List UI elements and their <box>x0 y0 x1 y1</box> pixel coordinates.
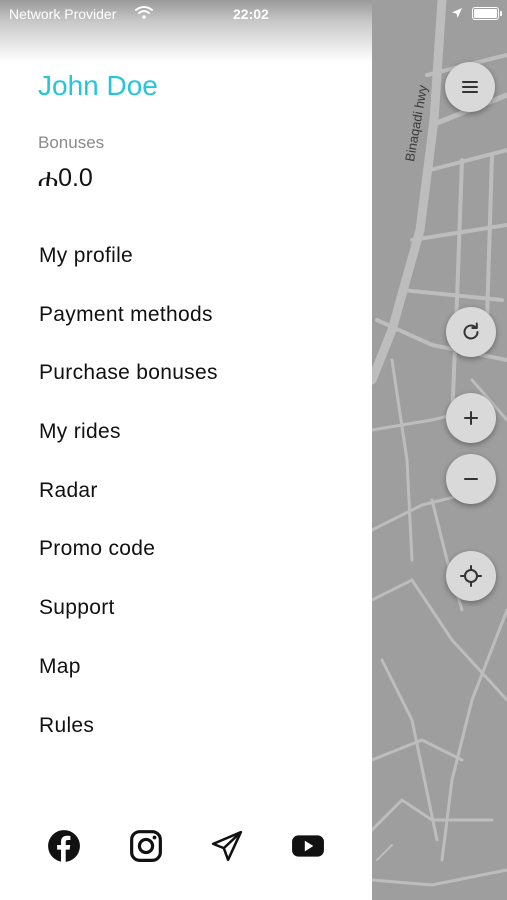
bonus-value: ሐ0.0 <box>38 164 93 192</box>
menu-item-my-profile[interactable]: My profile <box>39 244 218 303</box>
menu-icon <box>462 81 478 93</box>
youtube-link[interactable] <box>290 828 326 864</box>
carrier-name: Network Provider <box>9 6 117 22</box>
status-bar: Network Provider 22:02 <box>0 0 507 28</box>
map-view[interactable] <box>372 0 507 900</box>
zoom-in-icon <box>464 411 478 425</box>
instagram-link[interactable] <box>128 828 164 864</box>
zoom-in-button[interactable] <box>446 393 496 443</box>
telegram-icon <box>211 830 243 862</box>
facebook-link[interactable] <box>46 828 82 864</box>
menu-item-payment-methods[interactable]: Payment methods <box>39 303 218 362</box>
menu-item-promo-code[interactable]: Promo code <box>39 537 218 596</box>
clock: 22:02 <box>233 6 269 22</box>
map-menu-button[interactable] <box>445 62 495 112</box>
drawer-menu: My profile Payment methods Purchase bonu… <box>39 244 218 772</box>
bonus-label: Bonuses <box>38 133 105 152</box>
menu-item-rules[interactable]: Rules <box>39 714 218 773</box>
menu-item-radar[interactable]: Radar <box>39 479 218 538</box>
battery-icon <box>472 7 502 20</box>
map-roads <box>372 0 507 887</box>
menu-item-map[interactable]: Map <box>39 655 218 714</box>
navigation-drawer: John Doe Bonuses ሐ0.0 My profile Payment… <box>0 0 372 900</box>
menu-item-support[interactable]: Support <box>39 596 218 655</box>
instagram-icon <box>130 830 162 862</box>
my-location-icon <box>460 565 482 587</box>
telegram-link[interactable] <box>209 828 245 864</box>
zoom-out-button[interactable] <box>446 454 496 504</box>
refresh-button[interactable] <box>446 307 496 357</box>
my-location-button[interactable] <box>446 551 496 601</box>
zoom-out-icon <box>464 478 478 480</box>
social-links <box>46 828 336 864</box>
user-name[interactable]: John Doe <box>38 70 158 102</box>
facebook-icon <box>48 830 80 862</box>
youtube-icon <box>292 835 324 857</box>
wifi-icon <box>135 6 153 19</box>
menu-item-my-rides[interactable]: My rides <box>39 420 218 479</box>
menu-item-purchase-bonuses[interactable]: Purchase bonuses <box>39 361 218 420</box>
refresh-icon <box>463 322 479 340</box>
location-arrow-icon <box>452 8 462 18</box>
